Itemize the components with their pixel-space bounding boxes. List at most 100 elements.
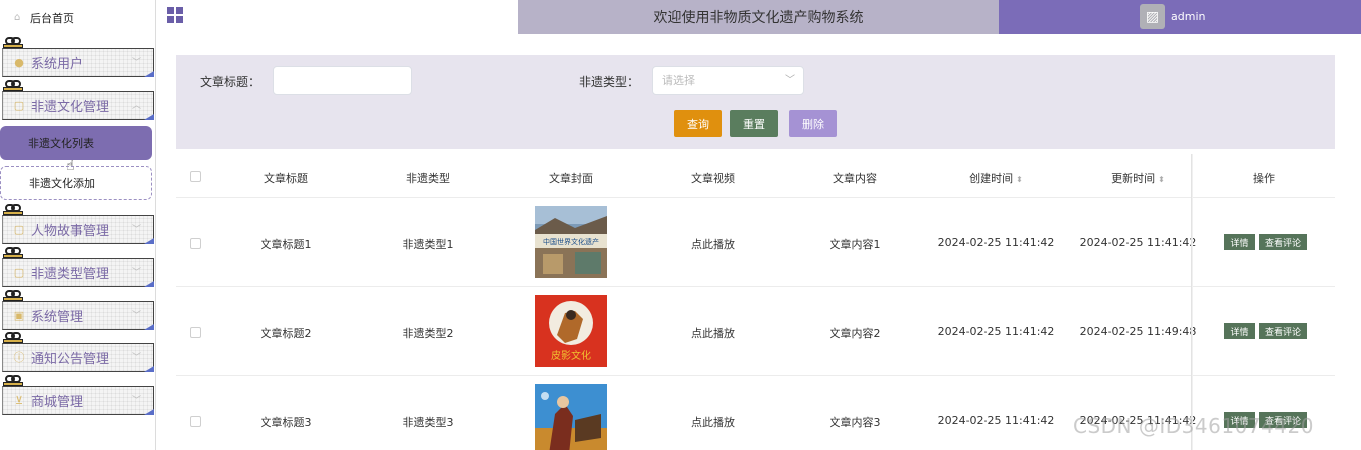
cart-icon: ⊻ bbox=[14, 393, 24, 407]
cover-thumbnail[interactable]: 皮影文化 bbox=[535, 295, 607, 367]
submenu-label: 非遗文化列表 bbox=[28, 137, 94, 150]
sidebar-item-label: 非遗类型管理 bbox=[31, 267, 110, 282]
col-title: 文章标题 bbox=[264, 172, 308, 185]
detail-button[interactable]: 详情 bbox=[1224, 323, 1255, 339]
row-checkbox[interactable] bbox=[190, 327, 201, 338]
header-right: ▨ admin bbox=[999, 0, 1361, 34]
sidebar-item-label: 人物故事管理 bbox=[31, 224, 110, 239]
row-checkbox[interactable] bbox=[190, 238, 201, 249]
sidebar-item-notices[interactable]: ⓘ 通知公告管理 ﹀ bbox=[2, 343, 154, 372]
select-all-checkbox[interactable] bbox=[190, 171, 201, 182]
sidebar-home-label: 后台首页 bbox=[30, 11, 74, 25]
table-row: 文章标题3 非遗类型3 点此播放 文章内容3 2024-02-25 11:41:… bbox=[176, 376, 1335, 450]
sort-icon[interactable]: ⬍ bbox=[1158, 175, 1165, 184]
col-updated[interactable]: 更新时间 ⬍ bbox=[1111, 170, 1165, 186]
chevron-down-icon: ﹀ bbox=[131, 225, 141, 235]
sidebar-item-mall[interactable]: ⊻ 商城管理 ﹀ bbox=[2, 386, 154, 415]
col-content: 文章内容 bbox=[833, 172, 877, 185]
sidebar-item-heritage-types[interactable]: ▢ 非遗类型管理 ﹀ bbox=[2, 258, 154, 287]
sidebar-item-label: 系统管理 bbox=[31, 310, 84, 325]
cell-updated: 2024-02-25 11:41:42 bbox=[1079, 236, 1197, 249]
cell-content: 文章内容2 bbox=[829, 327, 881, 340]
edit-icon: ▢ bbox=[13, 98, 25, 112]
menu-grid-icon[interactable] bbox=[167, 7, 183, 23]
table-row: 文章标题1 非遗类型1 中国世界文化遗产 点此播放 文章内容1 2024-02-… bbox=[176, 198, 1335, 287]
chevron-down-icon: ﹀ bbox=[131, 58, 141, 68]
cell-content: 文章内容1 bbox=[829, 238, 881, 251]
cell-title: 文章标题3 bbox=[260, 416, 312, 429]
user-icon: ● bbox=[14, 55, 24, 69]
submenu-label: 非遗文化添加 bbox=[29, 177, 95, 190]
sidebar-item-label: 通知公告管理 bbox=[31, 352, 110, 367]
col-updated-label: 更新时间 bbox=[1111, 172, 1156, 185]
edit-icon: ▢ bbox=[13, 265, 25, 279]
sort-icon[interactable]: ⬍ bbox=[1016, 175, 1023, 184]
edit-icon: ▢ bbox=[13, 222, 25, 236]
cell-type: 非遗类型2 bbox=[402, 327, 454, 340]
sidebar-item-system-users[interactable]: ● 系统用户 ﹀ bbox=[2, 48, 154, 77]
detail-button[interactable]: 详情 bbox=[1224, 234, 1255, 250]
sidebar-item-heritage-culture[interactable]: ▢ 非遗文化管理 ︿ bbox=[2, 91, 154, 120]
info-icon: ⓘ bbox=[13, 350, 25, 364]
cell-type: 非遗类型1 bbox=[402, 238, 454, 251]
cell-updated: 2024-02-25 11:49:48 bbox=[1079, 325, 1197, 338]
cell-content: 文章内容3 bbox=[829, 416, 881, 429]
sidebar-item-system-management[interactable]: ▣ 系统管理 ﹀ bbox=[2, 301, 154, 330]
chevron-down-icon: ﹀ bbox=[131, 353, 141, 363]
cell-title: 文章标题1 bbox=[260, 238, 312, 251]
col-cover: 文章封面 bbox=[549, 172, 593, 185]
type-filter-placeholder: 请选择 bbox=[662, 74, 695, 87]
cell-created: 2024-02-25 11:41:42 bbox=[937, 236, 1055, 249]
col-created-label: 创建时间 bbox=[969, 172, 1014, 185]
sidebar-home[interactable]: ⌂ 后台首页 bbox=[0, 0, 156, 35]
cell-type: 非遗类型3 bbox=[402, 416, 454, 429]
reset-button[interactable]: 重置 bbox=[730, 110, 778, 137]
sidebar-item-people-stories[interactable]: ▢ 人物故事管理 ﹀ bbox=[2, 215, 154, 244]
col-actions: 操作 bbox=[1253, 172, 1275, 185]
query-button[interactable]: 查询 bbox=[674, 110, 722, 137]
delete-button[interactable]: 删除 bbox=[789, 110, 837, 137]
chevron-down-icon: ﹀ bbox=[131, 268, 141, 278]
sidebar: ⌂ 后台首页 ● 系统用户 ﹀ ▢ 非遗文化管理 ︿ 非遗文化列表 ☝ 非遗文化… bbox=[0, 0, 156, 450]
cover-caption: 中国世界文化遗产 bbox=[543, 237, 599, 246]
cell-video-link[interactable]: 点此播放 bbox=[691, 236, 735, 252]
type-filter-label: 非遗类型： bbox=[579, 75, 640, 89]
image-icon: ▣ bbox=[13, 308, 25, 322]
sidebar-item-label: 非遗文化管理 bbox=[31, 100, 110, 115]
title-filter-label: 文章标题： bbox=[200, 75, 261, 89]
table-row: 文章标题2 非遗类型2 皮影文化 点此播放 文章内容2 2024-02-25 1… bbox=[176, 287, 1335, 376]
cover-thumbnail[interactable] bbox=[535, 384, 607, 450]
search-panel: 文章标题： 非遗类型： 请选择 ﹀ 查询 重置 删除 bbox=[176, 55, 1335, 149]
col-type: 非遗类型 bbox=[406, 172, 450, 185]
watermark: CSDN @ID3461074420 bbox=[1073, 414, 1314, 438]
col-created[interactable]: 创建时间 ⬍ bbox=[969, 170, 1023, 186]
article-table: 文章标题 非遗类型 文章封面 文章视频 文章内容 创建时间 ⬍ 更新时间 ⬍ 操作 … bbox=[176, 154, 1335, 450]
cell-title: 文章标题2 bbox=[260, 327, 312, 340]
type-filter-select[interactable]: 请选择 ﹀ bbox=[652, 66, 804, 95]
home-icon: ⌂ bbox=[14, 11, 21, 23]
header-left bbox=[156, 0, 518, 34]
sidebar-item-label: 商城管理 bbox=[31, 395, 84, 410]
col-video: 文章视频 bbox=[691, 172, 735, 185]
cell-created: 2024-02-25 11:41:42 bbox=[937, 414, 1055, 427]
table-header: 文章标题 非遗类型 文章封面 文章视频 文章内容 创建时间 ⬍ 更新时间 ⬍ 操作 bbox=[176, 154, 1335, 198]
title-filter-input[interactable] bbox=[273, 66, 412, 95]
view-comments-button[interactable]: 查看评论 bbox=[1259, 323, 1307, 339]
cover-thumbnail[interactable]: 中国世界文化遗产 bbox=[535, 206, 607, 278]
submenu-heritage-add[interactable]: 非遗文化添加 bbox=[0, 166, 152, 200]
chevron-down-icon: ﹀ bbox=[131, 396, 141, 406]
row-checkbox[interactable] bbox=[190, 416, 201, 427]
page-title: 欢迎使用非物质文化遗产购物系统 bbox=[518, 0, 999, 34]
cell-video-link[interactable]: 点此播放 bbox=[691, 414, 735, 430]
username[interactable]: admin bbox=[1171, 10, 1205, 23]
top-header: 欢迎使用非物质文化遗产购物系统 ▨ admin bbox=[156, 0, 1361, 34]
cover-caption: 皮影文化 bbox=[551, 349, 591, 362]
view-comments-button[interactable]: 查看评论 bbox=[1259, 234, 1307, 250]
fixed-column-divider bbox=[1191, 154, 1193, 450]
chevron-down-icon: ﹀ bbox=[131, 311, 141, 321]
submenu-heritage-list[interactable]: 非遗文化列表 bbox=[0, 126, 152, 160]
cell-video-link[interactable]: 点此播放 bbox=[691, 325, 735, 341]
avatar-image-icon[interactable]: ▨ bbox=[1140, 4, 1165, 29]
sidebar-item-label: 系统用户 bbox=[31, 57, 84, 72]
cell-created: 2024-02-25 11:41:42 bbox=[937, 325, 1055, 338]
